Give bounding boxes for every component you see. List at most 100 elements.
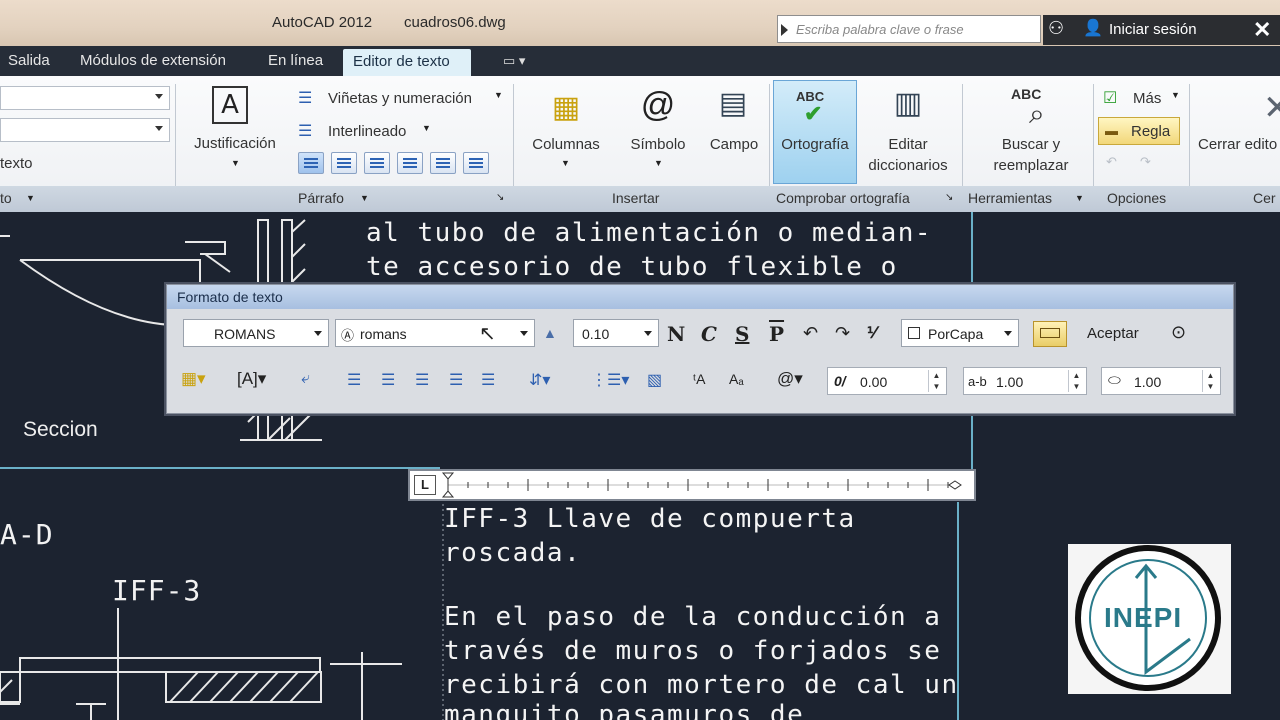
more-options-button[interactable]: ☑ Más ▼ — [1103, 88, 1183, 110]
spinner-icon[interactable]: ▲ ▼ — [1202, 370, 1218, 392]
close-editor-button[interactable]: ✕ Cerrar edito — [1195, 84, 1280, 180]
bullets-button[interactable]: ☰ Viñetas y numeración ▼ — [298, 88, 508, 110]
binoculars-icon[interactable]: ⚇ — [1048, 18, 1064, 39]
panel-opciones-label: Opciones — [1107, 190, 1167, 206]
editor-line-4[interactable]: través de muros o forjados se — [444, 636, 941, 666]
align-center-icon[interactable]: ☰ — [381, 370, 395, 390]
justification-button[interactable]: A Justificación ▼ — [190, 84, 280, 180]
dialog-launcher-icon[interactable]: ↘ — [945, 192, 953, 203]
editor-line-1[interactable]: IFF-3 Llave de compuerta — [444, 504, 856, 534]
tab-editor-texto[interactable]: Editor de texto — [343, 49, 471, 76]
editor-line-2[interactable]: roscada. — [444, 538, 581, 568]
spellcheck-label: Ortografía — [781, 136, 849, 153]
columns-icon[interactable]: ▦▾ — [181, 369, 206, 389]
line-spacing-icon[interactable]: ⇵▾ — [529, 370, 550, 390]
stack-icon[interactable]: ⅟ — [867, 323, 876, 343]
paragraph-icon[interactable]: ⤶ — [301, 370, 310, 388]
align-right-button[interactable] — [397, 152, 423, 174]
find-replace-button[interactable]: ABC ⌕ Buscar y reemplazar — [975, 84, 1087, 180]
exchange-icon[interactable]: ✕ — [1253, 17, 1271, 43]
symbol-icon[interactable]: @▾ — [777, 369, 803, 389]
tab-salida[interactable]: Salida — [8, 52, 50, 69]
chevron-down-icon[interactable]: ▼ — [1075, 193, 1084, 203]
columns-button[interactable]: ▦ Columnas ▼ — [523, 84, 609, 180]
tab-options-icon[interactable]: ▭ ▾ — [503, 53, 525, 69]
align-left-button[interactable] — [331, 152, 357, 174]
find-icon: ABC ⌕ — [1011, 86, 1045, 129]
toolbar-title[interactable]: Formato de texto — [167, 285, 1233, 309]
text-style-dropdown[interactable]: ROMANS — [183, 319, 329, 347]
align-right-icon[interactable]: ☰ — [415, 370, 429, 390]
uppercase-icon[interactable]: ᵗA — [693, 371, 705, 387]
color-dropdown[interactable]: PorCapa — [901, 319, 1019, 347]
search-input[interactable]: Escriba palabra clave o frase — [777, 15, 1041, 43]
file-name: cuadros06.dwg — [404, 14, 506, 31]
redo-icon[interactable]: ↷ — [835, 323, 850, 344]
distribute-button[interactable] — [463, 152, 489, 174]
ruler-shape — [1040, 328, 1060, 338]
field-label: Campo — [709, 136, 759, 153]
dictionary-icon: ▥ — [893, 87, 923, 120]
insert-field-icon[interactable]: ▧ — [647, 370, 662, 390]
options-icon[interactable]: ⊙ — [1171, 322, 1186, 343]
editor-line-5[interactable]: recibirá con mortero de cal un — [444, 670, 959, 700]
line-spacing-button[interactable]: ☰ Interlineado ▼ — [298, 121, 438, 143]
style-dropdown[interactable] — [0, 86, 170, 110]
align-left-icon[interactable]: ☰ — [347, 370, 361, 390]
align-center-button[interactable] — [364, 152, 390, 174]
width-factor-input[interactable]: ⬭ 1.00 ▲ ▼ — [1101, 367, 1221, 395]
tracking-input[interactable]: a-b 1.00 ▲ ▼ — [963, 367, 1087, 395]
find-label-1: Buscar y — [1001, 136, 1061, 153]
distribute-icon[interactable]: ☰ — [481, 370, 495, 390]
tab-en-linea[interactable]: En línea — [268, 52, 323, 69]
symbol-button[interactable]: @ Símbolo ▼ — [622, 84, 694, 180]
bold-button[interactable]: N — [667, 322, 685, 346]
justify-icon[interactable]: ☰ — [449, 370, 463, 390]
edit-dict-label-2: diccionarios — [868, 157, 948, 174]
ruler-toggle-button[interactable]: ▬ Regla — [1098, 117, 1180, 145]
search-arrow-icon[interactable] — [781, 24, 788, 36]
chevron-down-icon[interactable]: ▼ — [26, 193, 35, 203]
tab-modulos[interactable]: Módulos de extensión — [80, 52, 226, 69]
user-icon[interactable]: 👤 — [1083, 18, 1103, 38]
align-default-button[interactable] — [298, 152, 324, 174]
oblique-angle-input[interactable]: 0/0.00 ▲ ▼ — [827, 367, 947, 395]
redo-icon[interactable]: ↷ — [1140, 154, 1151, 170]
spellcheck-button[interactable]: ABC ✔ Ortografía — [773, 80, 857, 184]
justification-icon[interactable]: [A]▾ — [237, 369, 266, 389]
numbering-icon[interactable]: ⋮☰▾ — [591, 370, 629, 390]
edit-dictionaries-button[interactable]: ▥ Editar diccionarios — [860, 84, 956, 180]
width-factor-icon: ⬭ — [1108, 372, 1121, 389]
seccion-label: Seccion — [23, 418, 98, 441]
annotative-icon[interactable]: ▲ — [543, 325, 557, 341]
undo-icon[interactable]: ↶ — [1106, 154, 1117, 170]
ruler-icon: ▬ — [1105, 123, 1118, 138]
accept-button[interactable]: Aceptar — [1087, 325, 1139, 342]
tab-type-icon[interactable]: L — [414, 475, 436, 495]
field-button[interactable]: ▤ Campo — [703, 84, 765, 180]
text-ruler[interactable]: L — [408, 469, 976, 501]
edit-dict-label-1: Editar — [888, 136, 928, 153]
spinner-icon[interactable]: ▲ ▼ — [928, 370, 944, 392]
title-bar: AutoCAD 2012 cuadros06.dwg Escriba palab… — [0, 0, 1280, 46]
panel-cerrar-label: Cer — [1253, 190, 1276, 206]
undo-icon[interactable]: ↶ — [803, 323, 818, 344]
ruler-toggle-icon[interactable] — [1033, 321, 1067, 347]
overline-button[interactable]: P — [769, 322, 784, 346]
spinner-icon[interactable]: ▲ ▼ — [1068, 370, 1084, 392]
dialog-launcher-icon[interactable]: ↘ — [496, 192, 504, 203]
italic-button[interactable]: C — [701, 322, 717, 346]
chevron-down-icon[interactable]: ▼ — [360, 193, 369, 203]
signin-link[interactable]: Iniciar sesión — [1109, 21, 1197, 38]
text-height-dropdown[interactable]: 0.10 — [573, 319, 659, 347]
font-dropdown[interactable]: Ⓐromans — [335, 319, 535, 347]
underline-button[interactable]: S — [735, 322, 749, 346]
editor-line-3[interactable]: En el paso de la conducción a — [444, 602, 941, 632]
height-dropdown[interactable] — [0, 118, 170, 142]
tracking-label: a-b — [968, 374, 987, 389]
editor-line-6[interactable]: manguito pasamuros de — [444, 700, 804, 720]
oblique-icon: 0/ — [834, 373, 846, 389]
justify-button[interactable] — [430, 152, 456, 174]
lowercase-icon[interactable]: Aₐ — [729, 371, 744, 387]
color-swatch — [908, 327, 920, 339]
